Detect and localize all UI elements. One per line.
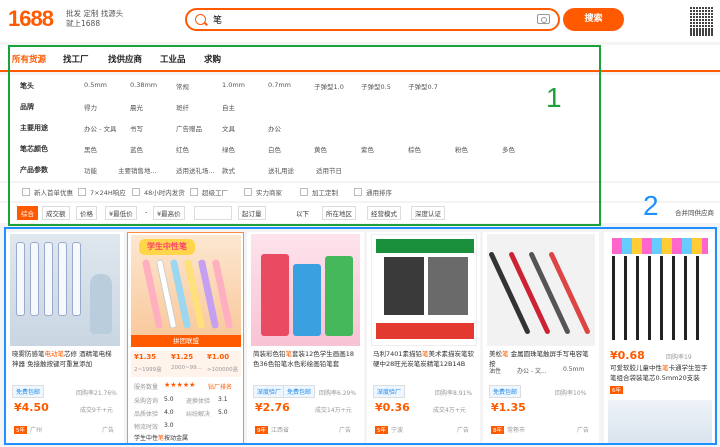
annotation-number-1: 1	[546, 82, 562, 113]
logo[interactable]: 1688	[8, 6, 54, 32]
camera-icon[interactable]	[537, 14, 550, 24]
search-icon	[195, 14, 206, 25]
search-button[interactable]: 搜索	[563, 8, 624, 31]
search-box	[185, 8, 560, 31]
search-input[interactable]	[213, 12, 513, 27]
qr-code-icon	[690, 6, 714, 36]
merge-supplier-toggle[interactable]: 合并同供应商	[672, 206, 717, 220]
annotation-box-1	[8, 45, 601, 226]
slogan-line-1: 批发 定制 找源头	[66, 9, 124, 18]
annotation-box-2	[4, 227, 717, 445]
slogan-line-2: 就上1688	[66, 19, 101, 28]
slogan: 批发 定制 找源头 就上1688	[66, 9, 126, 29]
header: 1688 批发 定制 找源头 就上1688 搜索	[0, 0, 720, 42]
annotation-number-2: 2	[643, 190, 659, 221]
